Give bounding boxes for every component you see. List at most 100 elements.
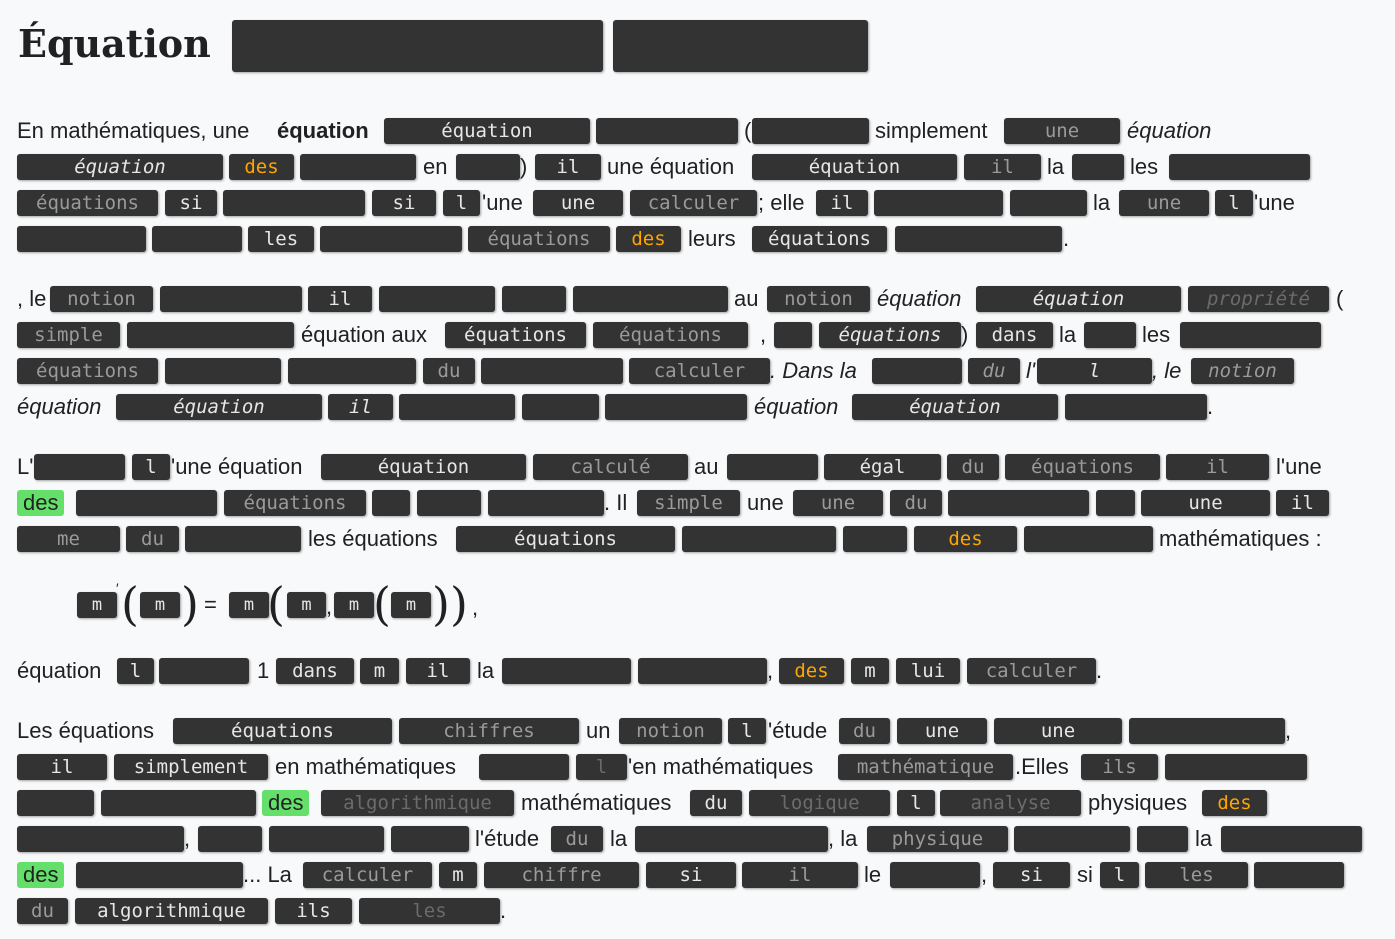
word-tile[interactable]: une [793,490,883,516]
word-tile[interactable]: mathématique [838,754,1013,780]
word-tile[interactable]: équations [173,718,392,744]
word-tile[interactable]: équation [17,154,223,180]
word-tile[interactable]: des [616,226,681,252]
redacted-word[interactable] [1014,826,1130,852]
word-tile[interactable]: dans [276,658,354,684]
math-tile[interactable]: m [77,592,117,618]
word-tile[interactable]: les [248,226,314,252]
redacted-word[interactable] [76,862,243,888]
redacted-word[interactable] [1169,154,1310,180]
redacted-word[interactable] [895,226,1062,252]
redacted-word[interactable] [948,490,1089,516]
word-tile[interactable]: une [897,718,987,744]
word-tile[interactable]: équation [116,394,322,420]
word-tile[interactable]: me [17,526,120,552]
word-tile[interactable]: calculer [629,358,770,384]
word-tile[interactable]: dans [976,322,1053,348]
word-tile[interactable]: l [443,190,480,216]
word-tile[interactable]: m [439,862,477,888]
word-tile[interactable]: équation [976,286,1181,312]
word-tile[interactable]: notion [619,718,722,744]
word-tile[interactable]: du [423,358,475,384]
redacted-word[interactable] [101,790,256,816]
word-tile[interactable]: il [17,754,107,780]
word-tile[interactable]: algorithmique [75,898,268,924]
word-tile[interactable]: équations [1005,454,1160,480]
word-tile[interactable]: équations [224,490,366,516]
word-tile[interactable]: équations [17,190,158,216]
word-tile[interactable]: équation [752,154,957,180]
redacted-word[interactable] [159,658,249,684]
redacted-word[interactable] [34,454,125,480]
word-tile[interactable]: équations [752,226,887,252]
word-tile[interactable]: calculer [630,190,757,216]
redacted-word[interactable] [1180,322,1321,348]
word-tile[interactable]: équations [468,226,610,252]
word-tile[interactable]: du [839,718,890,744]
word-tile[interactable]: notion [1191,358,1294,384]
word-tile[interactable]: du [17,898,68,924]
word-tile[interactable]: algorithmique [321,790,514,816]
redacted-word[interactable] [752,118,869,144]
word-tile[interactable]: chiffres [399,718,579,744]
redacted-word[interactable] [682,526,836,552]
word-tile[interactable]: égal [824,454,941,480]
word-tile[interactable]: chiffre [484,862,639,888]
word-tile[interactable]: une [994,718,1122,744]
word-tile[interactable]: équation [852,394,1058,420]
redacted-word[interactable] [1137,826,1188,852]
word-tile[interactable]: ils [1081,754,1158,780]
word-tile[interactable]: il [328,394,393,420]
redacted-word[interactable] [522,394,599,420]
word-tile[interactable]: des [1202,790,1267,816]
redacted-word[interactable] [843,526,907,552]
redacted-word[interactable] [596,118,738,144]
word-tile[interactable]: si [372,190,436,216]
redacted-word[interactable] [1024,526,1153,552]
redacted-word[interactable] [502,658,631,684]
redacted-word[interactable] [160,286,302,312]
word-tile[interactable]: il [1166,454,1269,480]
word-tile[interactable]: lui [896,658,960,684]
redacted-word[interactable] [198,826,262,852]
word-tile[interactable]: si [993,862,1070,888]
word-tile[interactable]: du [690,790,742,816]
word-tile[interactable]: équations [819,322,961,348]
word-tile[interactable]: l [132,454,170,480]
word-tile[interactable]: équations [593,322,748,348]
word-tile[interactable]: des [229,154,294,180]
math-tile[interactable]: m [391,592,431,618]
redacted-word[interactable] [456,154,520,180]
redacted-word[interactable] [165,358,281,384]
word-tile[interactable]: calculer [967,658,1096,684]
word-tile[interactable]: équation [384,118,590,144]
word-tile[interactable]: il [816,190,868,216]
redacted-word[interactable] [223,190,365,216]
word-tile[interactable]: il [308,286,372,312]
word-tile[interactable]: si [646,862,736,888]
word-tile[interactable]: une [533,190,623,216]
word-tile[interactable]: des [779,658,844,684]
redacted-word[interactable] [17,226,146,252]
redacted-word[interactable] [17,790,94,816]
redacted-word[interactable] [573,286,728,312]
word-tile[interactable]: des [914,526,1017,552]
word-tile[interactable]: il [1276,490,1329,516]
redacted-word[interactable] [1065,394,1207,420]
word-tile[interactable]: l [1100,862,1139,888]
word-tile[interactable]: l [1037,358,1152,384]
word-tile[interactable]: si [165,190,217,216]
math-tile[interactable]: m [140,592,180,618]
redacted-word[interactable] [1072,154,1124,180]
redacted-word[interactable] [635,826,828,852]
highlighted-word[interactable]: des [17,490,65,516]
word-tile[interactable]: m [851,658,889,684]
word-tile[interactable]: du [126,526,179,552]
redacted-word[interactable] [890,862,980,888]
word-tile[interactable]: équation [321,454,526,480]
redacted-word[interactable] [379,286,495,312]
word-tile[interactable]: simplement [114,754,268,780]
word-tile[interactable]: les [359,898,500,924]
redacted-word[interactable] [488,490,604,516]
redacted-word[interactable] [399,394,515,420]
